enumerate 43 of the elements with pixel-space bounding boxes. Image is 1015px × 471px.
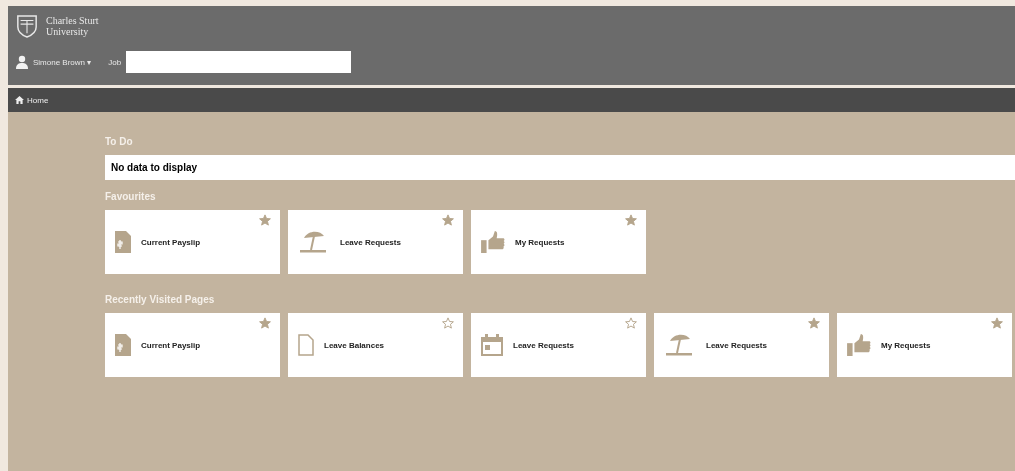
page-tile[interactable]: My Requests <box>471 210 646 274</box>
star-icon[interactable] <box>625 214 637 226</box>
user-icon <box>16 55 28 69</box>
page-tile[interactable]: Leave Requests <box>288 210 463 274</box>
page-tile[interactable]: Current Payslip <box>105 210 280 274</box>
star-icon[interactable] <box>259 214 271 226</box>
star-icon[interactable] <box>259 317 271 329</box>
page-tile[interactable]: Leave Balances <box>288 313 463 377</box>
tile-label: Current Payslip <box>141 237 201 247</box>
home-icon <box>15 96 24 104</box>
tile-label: Leave Requests <box>513 340 574 350</box>
section-title: To Do <box>105 136 134 147</box>
star-outline-icon[interactable] <box>625 317 637 329</box>
home-link[interactable]: Home <box>15 95 49 105</box>
calendar-icon <box>481 334 503 356</box>
thumbs-up-icon <box>847 334 871 356</box>
page-tile[interactable]: My Requests <box>837 313 1012 377</box>
tile-label: My Requests <box>881 340 931 350</box>
star-icon[interactable] <box>991 317 1003 329</box>
star-icon[interactable] <box>808 317 820 329</box>
job-field[interactable] <box>126 51 352 73</box>
crest-icon <box>16 14 38 38</box>
page-tile[interactable]: Leave Requests <box>654 313 829 377</box>
document-icon <box>298 334 314 356</box>
payslip-icon <box>115 231 131 253</box>
tile-label: Leave Balances <box>324 340 385 350</box>
tile-label: Leave Requests <box>706 340 767 350</box>
logo-text: Charles Sturt <box>46 15 99 26</box>
star-icon[interactable] <box>442 214 454 226</box>
tile-label: My Requests <box>515 237 565 247</box>
user-menu[interactable]: Simone Brown ▾ <box>33 57 92 67</box>
page-tile[interactable]: Leave Requests <box>471 313 646 377</box>
logo-text: University <box>46 26 90 37</box>
section-title: Recently Visited Pages <box>105 294 216 305</box>
todo-message: No data to display <box>105 155 1015 180</box>
job-label: Job <box>108 57 122 67</box>
thumbs-up-icon <box>481 231 505 253</box>
section-title: Favourites <box>105 191 157 202</box>
tile-label: Leave Requests <box>340 237 401 247</box>
tile-label: Current Payslip <box>141 340 201 350</box>
star-outline-icon[interactable] <box>442 317 454 329</box>
payslip-icon <box>115 334 131 356</box>
page-tile[interactable]: Current Payslip <box>105 313 280 377</box>
